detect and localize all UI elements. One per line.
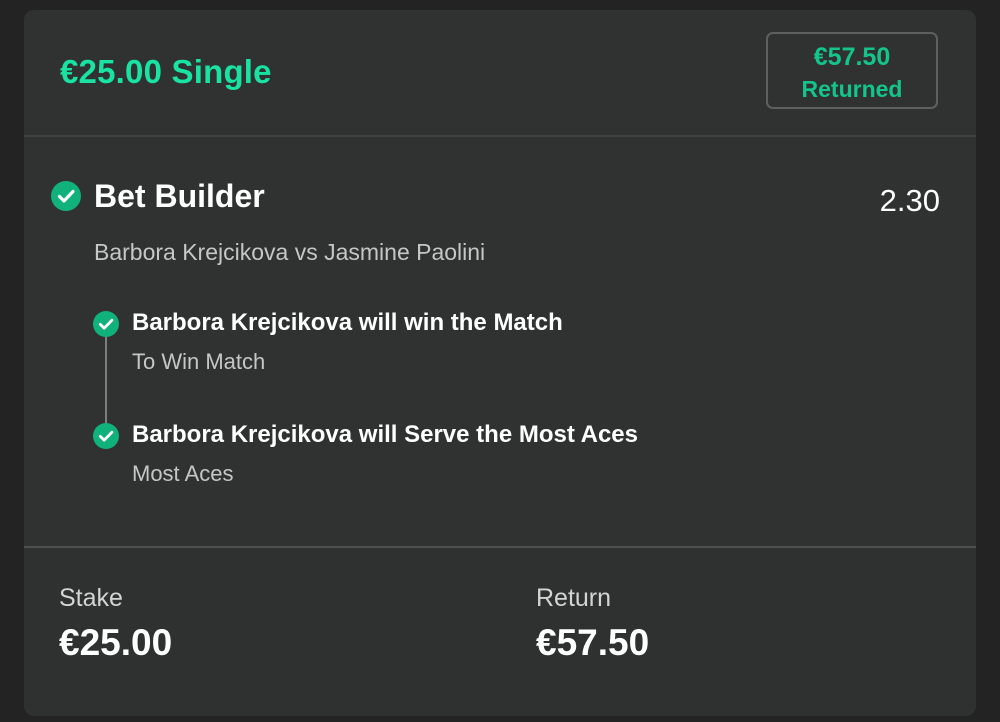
- match-name: Barbora Krejcikova vs Jasmine Paolini: [94, 239, 486, 265]
- bet-leg: Bet Builder 2.30 Barbora Krejcikova vs J…: [24, 137, 976, 545]
- bet-summary: Stake €25.00 Return €57.50: [24, 548, 976, 716]
- return-label: Return: [536, 584, 612, 612]
- selection-name: Barbora Krejcikova will win the Match: [132, 309, 563, 336]
- stake-value: €25.00: [59, 622, 173, 663]
- bet-card-header: €25.00 Single €57.50 Returned: [24, 10, 976, 137]
- bet-title: €25.00 Single: [60, 53, 272, 90]
- selection-market: Most Aces: [132, 461, 234, 486]
- stake-label: Stake: [59, 584, 123, 612]
- returned-amount: €57.50: [813, 43, 891, 71]
- check-circle-icon: [51, 181, 81, 211]
- leg-odds: 2.30: [879, 183, 940, 218]
- selection-timeline: [105, 325, 107, 425]
- returned-badge: €57.50 Returned: [766, 32, 938, 109]
- return-value: €57.50: [536, 622, 650, 663]
- check-circle-icon: [93, 311, 119, 337]
- leg-title: Bet Builder: [94, 178, 265, 214]
- selection-market: To Win Match: [132, 349, 266, 374]
- bet-card[interactable]: €25.00 Single €57.50 Returned Bet Builde…: [24, 10, 976, 716]
- returned-label: Returned: [801, 76, 903, 102]
- selection-name: Barbora Krejcikova will Serve the Most A…: [132, 421, 638, 448]
- check-circle-icon: [93, 423, 119, 449]
